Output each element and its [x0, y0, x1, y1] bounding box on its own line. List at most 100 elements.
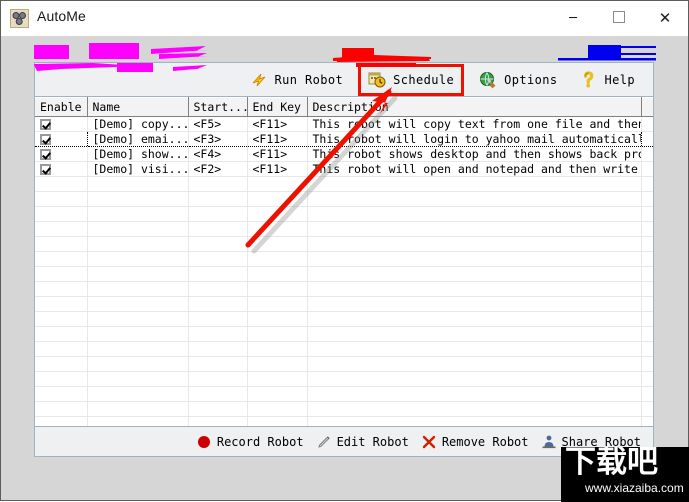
table-row-empty[interactable] [35, 176, 653, 192]
footer-button-record-robot[interactable]: Record Robot [196, 431, 304, 453]
table-row-empty[interactable] [35, 206, 653, 222]
table-row[interactable]: [Demo] visi... <F2> <F11> This robot will o… [35, 161, 653, 177]
empty-cell [188, 326, 248, 342]
row-enable-cell[interactable] [35, 131, 88, 147]
empty-cell [35, 416, 88, 426]
table-row-empty[interactable] [35, 251, 653, 267]
empty-cell [188, 251, 248, 267]
row-description-cell: This robot shows desktop and then shows … [307, 146, 642, 162]
row-start-key-cell: <F4> [188, 146, 248, 162]
empty-cell [35, 326, 88, 342]
table-row[interactable]: [Demo] emai... <F3> <F11> This robot will l… [35, 131, 653, 147]
table-row-empty[interactable] [35, 386, 653, 402]
table-row-empty[interactable] [35, 311, 653, 327]
empty-cell [35, 356, 88, 372]
toolbar-button-help[interactable]: Help [576, 68, 640, 92]
table-row-empty[interactable] [35, 266, 653, 282]
empty-cell [188, 356, 248, 372]
empty-cell [87, 356, 189, 372]
empty-cell [641, 266, 653, 282]
column-header-start-key[interactable]: Start... [188, 97, 248, 117]
empty-cell [87, 236, 189, 252]
row-start-key-cell: <F2> [188, 161, 248, 177]
empty-cell [641, 386, 653, 402]
column-header-extra[interactable] [641, 97, 653, 117]
empty-cell [247, 326, 308, 342]
row-enable-cell[interactable] [35, 146, 88, 162]
table-row-empty[interactable] [35, 236, 653, 252]
robot-list[interactable]: Enable Name Start... End Key Description… [34, 96, 654, 427]
table-header-row: Enable Name Start... End Key Description [35, 97, 653, 117]
close-icon: ✕ [658, 9, 672, 27]
toolbar-button-options[interactable]: Options [475, 68, 561, 92]
row-end-key-cell: <F11> [247, 146, 308, 162]
empty-cell [35, 206, 88, 222]
table-row-empty[interactable] [35, 296, 653, 312]
empty-cell [35, 311, 88, 327]
empty-cell [307, 191, 642, 207]
lightning-bolt-icon [250, 71, 268, 89]
footer-label: Edit Robot [336, 434, 409, 449]
footer-button-edit-robot[interactable]: Edit Robot [316, 431, 409, 453]
table-row-empty[interactable] [35, 281, 653, 297]
empty-cell [35, 341, 88, 357]
empty-cell [307, 236, 642, 252]
empty-cell [35, 176, 88, 192]
checkbox-checked-icon[interactable] [40, 149, 51, 160]
empty-cell [87, 296, 189, 312]
empty-cell [87, 341, 189, 357]
empty-cell [307, 221, 642, 237]
footer-button-remove-robot[interactable]: Remove Robot [421, 431, 529, 453]
column-header-description[interactable]: Description [307, 97, 642, 117]
toolbar-button-schedule[interactable]: Schedule [358, 63, 465, 96]
column-header-end-key[interactable]: End Key [247, 97, 308, 117]
empty-cell [307, 341, 642, 357]
table-row-empty[interactable] [35, 416, 653, 426]
table-row-empty[interactable] [35, 341, 653, 357]
toolbar-button-run-robot[interactable]: Run Robot [246, 68, 348, 92]
row-end-key-cell: <F11> [247, 131, 308, 147]
empty-cell [35, 371, 88, 387]
empty-cell [87, 326, 189, 342]
table-row-empty[interactable] [35, 401, 653, 417]
empty-cell [35, 221, 88, 237]
footer-label: Remove Robot [441, 434, 529, 449]
minimize-button[interactable]: ─ [550, 1, 596, 36]
empty-cell [188, 371, 248, 387]
table-row-empty[interactable] [35, 356, 653, 372]
table-row[interactable]: [Demo] show... <F4> <F11> This robot shows … [35, 146, 653, 162]
checkbox-checked-icon[interactable] [40, 134, 51, 145]
autome-app-icon [10, 9, 29, 28]
empty-cell [641, 311, 653, 327]
checkbox-checked-icon[interactable] [40, 164, 51, 175]
maximize-button[interactable] [596, 1, 642, 36]
empty-cell [641, 401, 653, 417]
maximize-icon [613, 11, 625, 26]
globe-tools-icon [479, 71, 497, 89]
table-row[interactable]: [Demo] copy... <F5> <F11> This robot will c… [35, 116, 653, 132]
empty-cell [188, 236, 248, 252]
column-header-name[interactable]: Name [87, 97, 189, 117]
empty-cell [247, 401, 308, 417]
empty-cell [87, 266, 189, 282]
table-row-empty[interactable] [35, 371, 653, 387]
empty-cell [247, 206, 308, 222]
empty-cell [307, 266, 642, 282]
table-row-empty[interactable] [35, 221, 653, 237]
close-button[interactable]: ✕ [642, 1, 688, 36]
empty-cell [641, 221, 653, 237]
empty-cell [188, 401, 248, 417]
empty-cell [307, 251, 642, 267]
table-row-empty[interactable] [35, 191, 653, 207]
empty-cell [307, 371, 642, 387]
row-enable-cell[interactable] [35, 161, 88, 177]
toolbar-label: Schedule [393, 72, 455, 87]
toolbar-label: Help [604, 72, 635, 87]
column-header-enable[interactable]: Enable [35, 97, 88, 117]
checkbox-checked-icon[interactable] [40, 119, 51, 130]
empty-cell [188, 311, 248, 327]
table-row-empty[interactable] [35, 326, 653, 342]
empty-cell [641, 251, 653, 267]
row-enable-cell[interactable] [35, 116, 88, 132]
row-name-cell: [Demo] copy... [87, 116, 189, 132]
